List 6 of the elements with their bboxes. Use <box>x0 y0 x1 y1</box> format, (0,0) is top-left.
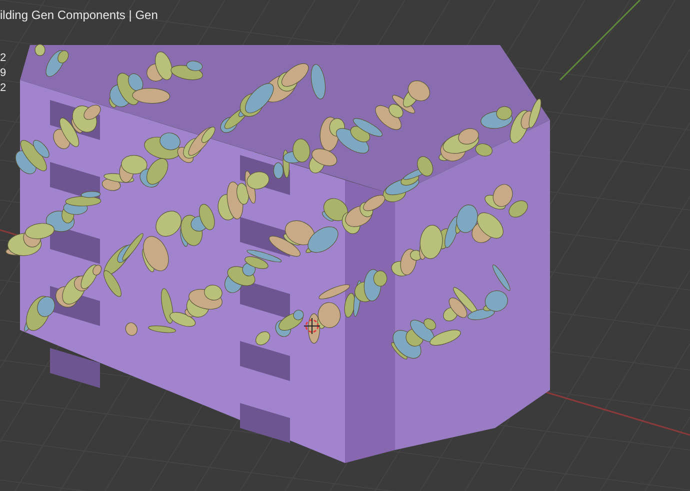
viewport-title: ilding Gen Components | Gen <box>0 8 158 22</box>
3d-cursor-icon <box>304 318 320 334</box>
viewport[interactable]: ilding Gen Components | Gen 2 9 2 <box>0 0 690 491</box>
stat-value: 2 <box>0 82 6 95</box>
stat-value: 2 <box>0 52 6 65</box>
stat-value: 9 <box>0 67 6 80</box>
